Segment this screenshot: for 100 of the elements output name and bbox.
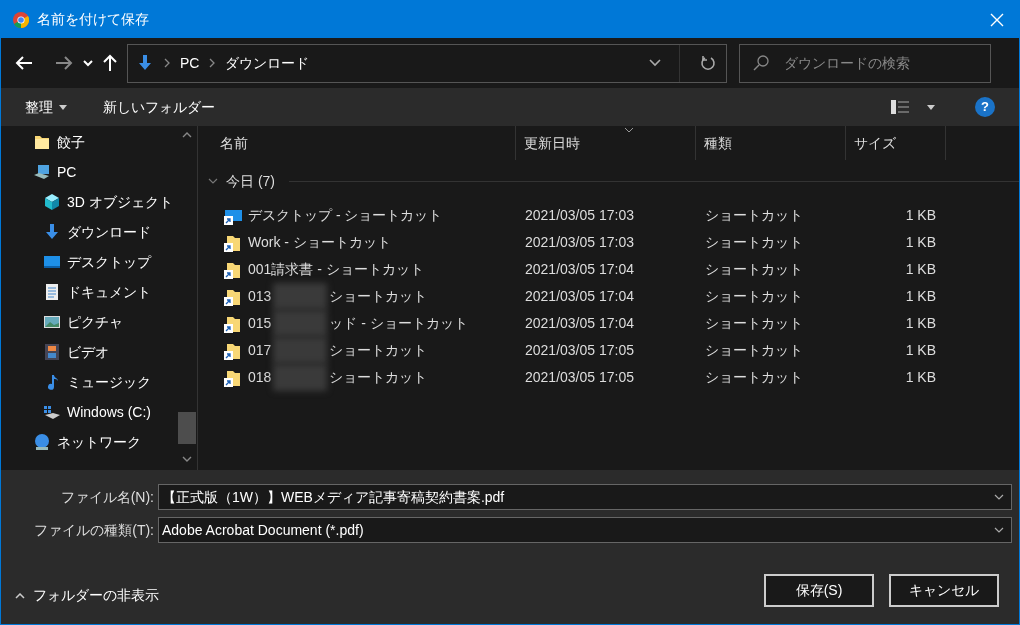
details-view-icon[interactable] (891, 99, 909, 115)
save-button[interactable]: 保存(S) (764, 574, 874, 607)
search-icon (753, 54, 769, 71)
table-cell-text: 1 KB (904, 260, 936, 279)
chevron-down-icon[interactable] (994, 494, 1004, 500)
table-cell-text: 2021/03/05 17:05 (524, 341, 635, 360)
file-name: Work - ショートカット (248, 233, 391, 252)
table-cell-text: ショートカット (704, 287, 804, 306)
file-row[interactable]: 013 ショートカット 2021/03/05 17:04 ショートカット 1 KB (198, 283, 1019, 310)
organize-menu-button[interactable]: 整理 (25, 96, 67, 118)
file-row[interactable]: 017 ショートカット 2021/03/05 17:05 ショートカット 1 KB (198, 337, 1019, 364)
sidebar-item[interactable]: ネットワーク (1, 427, 177, 457)
file-row[interactable]: Work - ショートカット 2021/03/05 17:03 ショートカット 1 KB (198, 229, 1019, 256)
search-field[interactable]: ダウンロードの検索 (739, 43, 991, 83)
table-cell-text: 2021/03/05 17:04 (524, 314, 635, 333)
scroll-up-icon[interactable] (182, 132, 192, 138)
up-arrow-icon[interactable] (103, 54, 117, 72)
document-icon (43, 283, 61, 301)
table-cell-text: 1 KB (904, 287, 936, 306)
file-name: 017 (248, 341, 272, 360)
breadcrumb-item[interactable]: ダウンロード (225, 52, 310, 74)
scrollbar-thumb[interactable] (178, 412, 196, 444)
computer-icon (33, 163, 51, 181)
redaction-blur (273, 283, 328, 310)
window-title: 名前を付けて保存 (37, 10, 150, 29)
forward-arrow-icon[interactable] (55, 56, 73, 70)
chevron-down-icon[interactable] (649, 59, 661, 67)
cancel-button[interactable]: キャンセル (889, 574, 999, 607)
file-row[interactable]: 015 ッド - ショートカット 2021/03/05 17:04 ショートカット 1 KB (198, 310, 1019, 337)
sidebar-item[interactable]: 餃子 (1, 127, 177, 157)
back-arrow-icon[interactable] (15, 56, 33, 70)
file-type-dropdown[interactable]: Adobe Acrobat Document (*.pdf) (158, 517, 1012, 543)
column-header[interactable]: 名前 (198, 126, 516, 160)
file-name: ショートカット (329, 341, 428, 360)
sidebar-item[interactable]: デスクトップ (1, 247, 177, 277)
address-bar[interactable]: PC ダウンロード (127, 43, 727, 83)
table-cell-text: 2021/03/05 17:04 (524, 287, 635, 306)
table-cell-text: ショートカット (704, 233, 804, 252)
redaction-blur (273, 310, 328, 337)
file-name: 001請求書 - ショートカット (248, 260, 424, 279)
chevron-right-icon (164, 58, 170, 68)
folder-shortcut-icon (224, 260, 242, 279)
sidebar-item[interactable]: ミュージック (1, 367, 177, 397)
table-cell-text: 2021/03/05 17:03 (524, 233, 635, 252)
caret-icon (59, 104, 67, 110)
column-header[interactable]: サイズ (846, 126, 946, 160)
sidebar-item[interactable]: PC (1, 157, 177, 187)
folder-shortcut-icon (224, 233, 242, 252)
table-cell-text: 2021/03/05 17:05 (524, 368, 635, 387)
file-name: 018 (248, 368, 272, 387)
column-header[interactable]: 種類 (696, 126, 846, 160)
table-cell-text: 1 KB (904, 206, 936, 225)
sidebar-item[interactable]: Windows (C:) (1, 397, 177, 427)
download-arrow-icon (43, 223, 61, 241)
folder-icon (33, 133, 51, 151)
file-name-field[interactable]: 【正式版（1W）】WEBメディア記事寄稿契約書案.pdf (158, 484, 1012, 510)
help-button[interactable]: ? (975, 97, 995, 117)
refresh-icon[interactable] (700, 55, 716, 71)
table-cell-text: ショートカット (704, 314, 804, 333)
scroll-down-icon[interactable] (182, 456, 192, 462)
browser-logo-icon (13, 11, 29, 28)
sidebar-item[interactable]: ピクチャ (1, 307, 177, 337)
table-cell-text: ショートカット (704, 368, 804, 387)
cube-icon (43, 193, 61, 211)
sidebar-item[interactable]: 3D オブジェクト (1, 187, 177, 217)
folder-shortcut-icon (224, 287, 242, 306)
table-cell-text: ショートカット (704, 260, 804, 279)
folder-shortcut-icon (224, 314, 242, 333)
table-cell-text: 2021/03/05 17:04 (524, 260, 635, 279)
sort-caret-icon (624, 127, 634, 133)
sidebar-item[interactable]: ビデオ (1, 337, 177, 367)
folder-shortcut-icon (224, 368, 242, 387)
file-row[interactable]: デスクトップ - ショートカット 2021/03/05 17:03 ショートカット 1 KB (198, 202, 1019, 229)
close-icon[interactable] (990, 12, 1004, 27)
redaction-blur (273, 364, 328, 391)
group-header[interactable]: 今日 (7) (226, 170, 275, 192)
table-cell-text: 1 KB (904, 314, 936, 333)
file-name: ッド - ショートカット (329, 314, 468, 333)
table-cell-text: ショートカット (704, 206, 804, 225)
field-label: ファイルの種類(T): (33, 520, 155, 540)
hide-folders-button[interactable]: フォルダーの非表示 (15, 585, 159, 606)
file-name: 013 (248, 287, 272, 306)
file-name: ショートカット (329, 287, 428, 306)
table-cell-text: ショートカット (704, 341, 804, 360)
chevron-right-icon (209, 58, 216, 68)
sidebar-item[interactable]: ドキュメント (1, 277, 177, 307)
film-icon (43, 343, 61, 361)
sidebar-item[interactable]: ダウンロード (1, 217, 177, 247)
chevron-down-icon[interactable] (994, 527, 1004, 533)
drive-icon (43, 403, 61, 421)
file-row[interactable]: 001請求書 - ショートカット 2021/03/05 17:04 ショートカット 1 KB (198, 256, 1019, 283)
caret-icon[interactable] (927, 104, 935, 110)
network-globe-icon (33, 433, 51, 451)
desktop-icon (43, 253, 61, 271)
table-cell-text: 1 KB (904, 368, 936, 387)
file-row[interactable]: 018 ショートカット 2021/03/05 17:05 ショートカット 1 KB (198, 364, 1019, 391)
breadcrumb-item[interactable]: PC (180, 52, 200, 74)
new-folder-button[interactable]: 新しいフォルダー (103, 96, 215, 118)
column-header[interactable]: 更新日時 (516, 126, 696, 160)
table-cell-text: 1 KB (904, 341, 936, 360)
